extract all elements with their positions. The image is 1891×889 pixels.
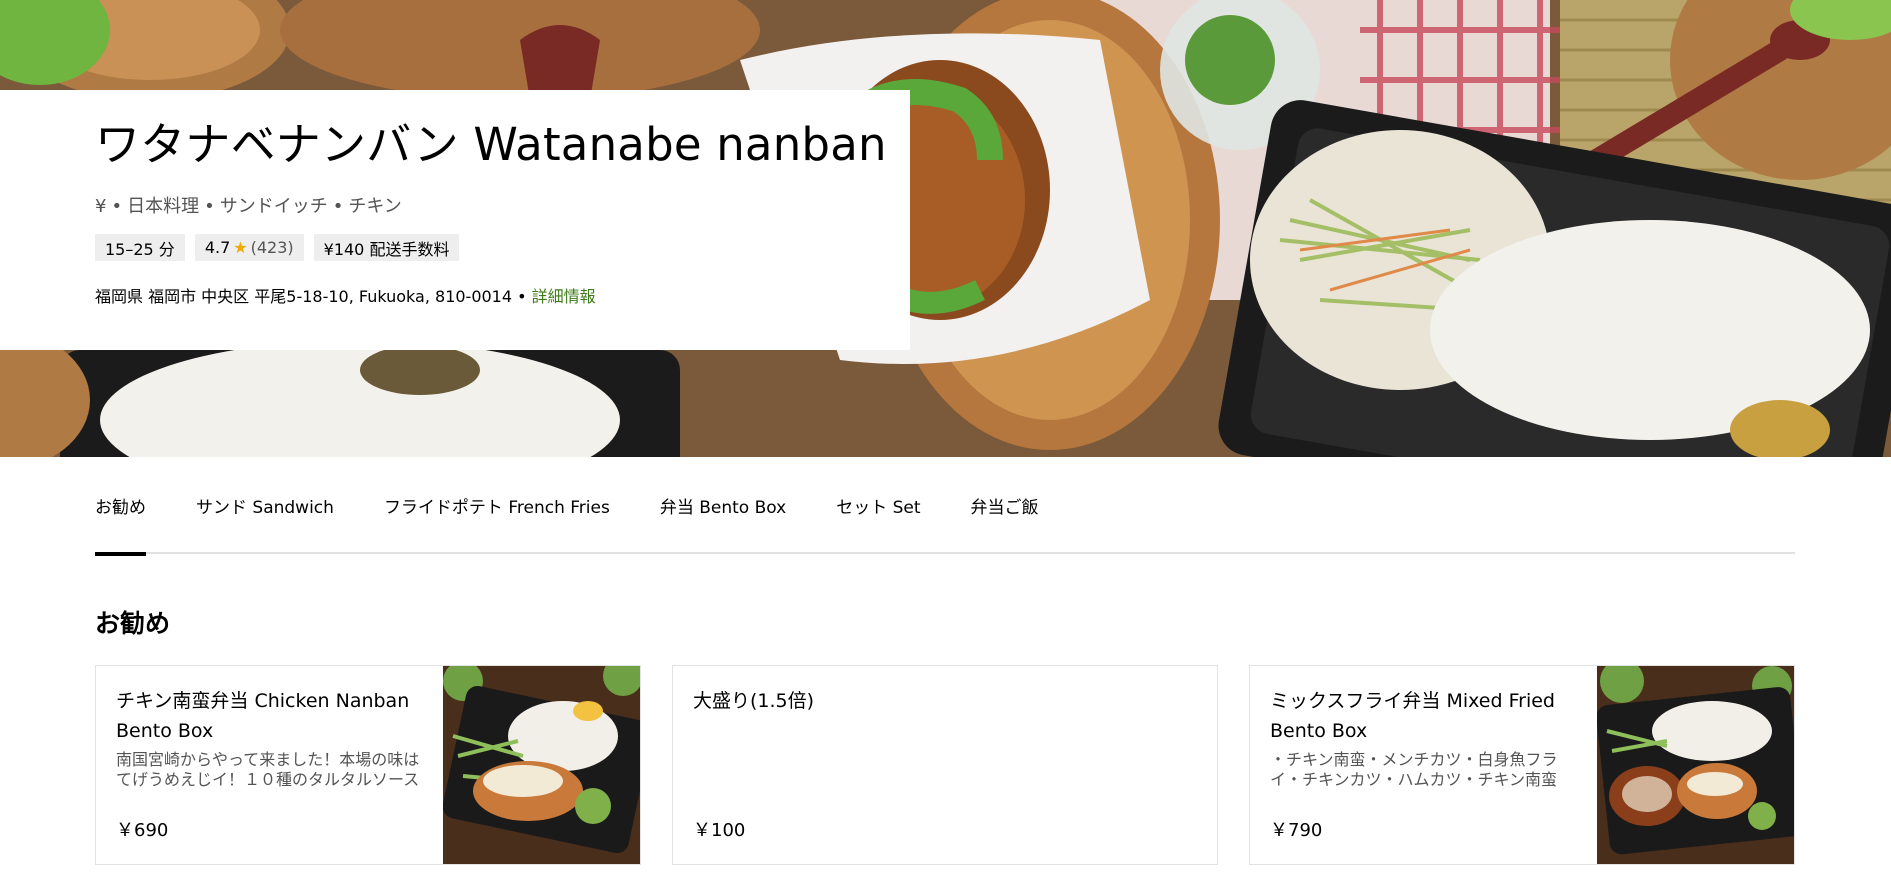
tab-sandwich[interactable]: サンド Sandwich — [196, 456, 334, 554]
menu-item-description: 南国宮崎からやって来ました！本場の味はてげうめえじイ！１０種のタルタルソース — [116, 750, 420, 789]
menu-item-body: チキン南蛮弁当 Chicken Nanban Bento Box 南国宮崎からや… — [96, 666, 443, 864]
hero-banner: ワタナベナンバン Watanabe nanban ¥ • 日本料理 • サンドイッチ • チ… — [0, 0, 1891, 457]
menu-item-name: チキン南蛮弁当 Chicken Nanban Bento Box — [116, 690, 410, 742]
menu-item-name: ミックスフライ弁当 Mixed Fried Bento Box — [1270, 690, 1555, 742]
store-pills: 15–25 分 4.7 ★ (423) ¥140 配送手数料 — [95, 234, 910, 261]
separator: • — [111, 196, 123, 217]
tab-bento-box[interactable]: 弁当 Bento Box — [660, 456, 786, 554]
rating-pill[interactable]: 4.7 ★ (423) — [194, 234, 304, 261]
menu-item-card[interactable]: ミックスフライ弁当 Mixed Fried Bento Box ・チキン南蛮・メ… — [1249, 665, 1795, 865]
star-icon: ★ — [233, 238, 248, 257]
separator: • — [204, 196, 215, 217]
menu-item-body: 大盛り(1.5倍) ￥100 — [673, 666, 1217, 864]
menu-item-card[interactable]: チキン南蛮弁当 Chicken Nanban Bento Box 南国宮崎からや… — [95, 665, 641, 865]
separator: • — [517, 287, 527, 306]
tab-set[interactable]: セット Set — [836, 456, 920, 554]
menu-item-card[interactable]: 大盛り(1.5倍) ￥100 — [672, 665, 1218, 865]
delivery-fee-pill: ¥140 配送手数料 — [313, 234, 460, 261]
separator: • — [332, 196, 344, 217]
store-title: ワタナベナンバン Watanabe nanban — [95, 118, 887, 171]
menu-item-price: ￥790 — [1270, 820, 1323, 841]
details-link[interactable]: 詳細情報 — [532, 287, 596, 306]
category-0: 日本料理 — [127, 196, 200, 217]
store-meta: ¥ • 日本料理 • サンドイッチ • チキン — [95, 192, 910, 218]
menu-item-description: ・チキン南蛮・メンチカツ・白身魚フライ・チキンカツ・ハムカツ・チキン南蛮 — [1270, 750, 1558, 789]
delivery-fee: ¥140 配送手数料 — [323, 239, 450, 259]
menu-item-image — [443, 666, 640, 864]
tab-bento-rice[interactable]: 弁当ご飯 — [971, 456, 1039, 554]
menu-item-name: 大盛り(1.5倍) — [693, 690, 815, 712]
menu-item-price: ￥100 — [693, 820, 746, 841]
price-level: ¥ — [95, 196, 107, 217]
store-info-card: ワタナベナンバン Watanabe nanban ¥ • 日本料理 • サンドイッチ • チ… — [0, 90, 910, 350]
tab-recommended[interactable]: お勧め — [95, 456, 146, 556]
delivery-time: 15–25 分 — [105, 239, 175, 259]
menu-item-image — [1597, 666, 1794, 864]
store-address-row: 福岡県 福岡市 中央区 平尾5-18-10, Fukuoka, 810-0014… — [95, 283, 910, 307]
section-title: お勧め — [95, 609, 171, 638]
menu-item-body: ミックスフライ弁当 Mixed Fried Bento Box ・チキン南蛮・メ… — [1250, 666, 1597, 864]
rating-count: (423) — [250, 238, 294, 257]
store-address: 福岡県 福岡市 中央区 平尾5-18-10, Fukuoka, 810-0014 — [95, 287, 513, 306]
tab-french-fries[interactable]: フライドポテト French Fries — [384, 456, 610, 554]
category-2: チキン — [348, 196, 402, 217]
menu-item-grid: チキン南蛮弁当 Chicken Nanban Bento Box 南国宮崎からや… — [95, 665, 1795, 865]
delivery-time-pill: 15–25 分 — [95, 234, 185, 261]
category-1: サンドイッチ — [219, 196, 328, 217]
menu-item-price: ￥690 — [116, 820, 169, 841]
menu-category-tabs: お勧め サンド Sandwich フライドポテト French Fries 弁当… — [95, 456, 1795, 556]
rating-value: 4.7 — [204, 238, 231, 257]
